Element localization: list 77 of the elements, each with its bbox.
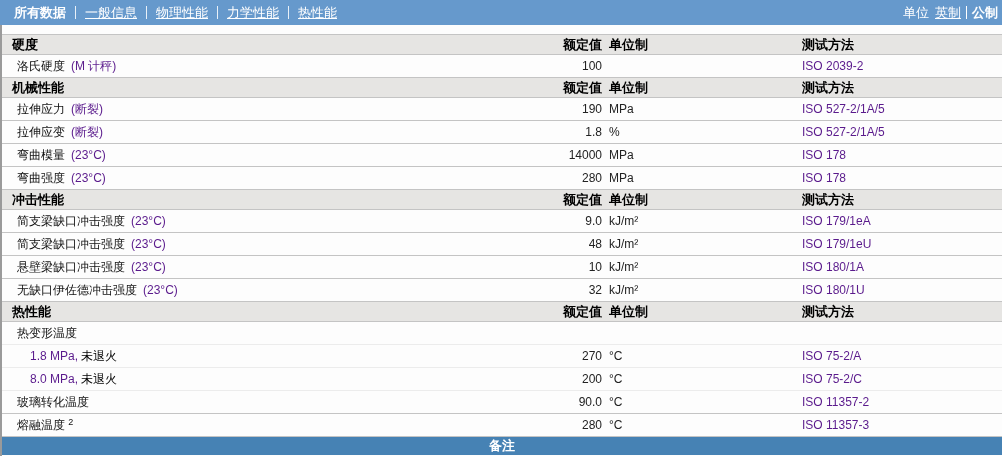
section-title: 冲击性能 [12, 191, 64, 207]
property-name: 简支梁缺口冲击强度 (23°C) [17, 236, 166, 253]
test-method: ISO 75-2/A [802, 349, 862, 363]
column-header: 额定值 [563, 35, 602, 54]
column-header: 单位制 [609, 79, 648, 95]
value-text: 90.0 [578, 394, 602, 411]
unit-text: kJ/m² [609, 283, 639, 297]
test-method: ISO 527-2/1A/5 [802, 102, 885, 116]
property-name: 8.0 MPa, 未退火 [30, 371, 118, 388]
test-method: ISO 179/1eU [802, 237, 872, 251]
unit-text: MPa [609, 102, 634, 116]
unit-text: % [609, 125, 620, 139]
unit-text: °C [609, 372, 623, 386]
value-text: 200 [581, 371, 602, 388]
test-method: ISO 179/1eA [802, 214, 871, 228]
column-header: 额定值 [563, 190, 602, 209]
section-title: 机械性能 [12, 79, 64, 95]
unit-text: kJ/m² [609, 260, 639, 274]
unit-text: °C [609, 395, 623, 409]
value-text: 280 [581, 417, 602, 434]
test-method: ISO 180/1U [802, 283, 865, 297]
unit-text: °C [609, 418, 623, 432]
property-name: 无缺口伊佐德冲击强度 (23°C) [17, 282, 178, 299]
nav-tab[interactable]: 一般信息 [85, 2, 137, 23]
test-method: ISO 178 [802, 171, 847, 185]
section-title: 硬度 [12, 36, 38, 52]
property-name: 1.8 MPa, 未退火 [30, 348, 118, 365]
test-method: ISO 75-2/C [802, 372, 863, 386]
value-text: 9.0 [585, 213, 602, 230]
property-name: 拉伸应变 (断裂) [17, 124, 103, 141]
property-name: 简支梁缺口冲击强度 (23°C) [17, 213, 166, 230]
column-header: 单位制 [609, 191, 648, 207]
property-name: 弯曲强度 (23°C) [17, 170, 106, 187]
value-text: 32 [588, 282, 602, 299]
unit-text: °C [609, 349, 623, 363]
value-text: 10 [588, 259, 602, 276]
property-name: 弯曲模量 (23°C) [17, 147, 106, 164]
unit-text: kJ/m² [609, 237, 639, 251]
property-name: 拉伸应力 (断裂) [17, 101, 103, 118]
unit-text: MPa [609, 171, 634, 185]
nav-tab[interactable]: 力学性能 [227, 2, 279, 23]
test-method: ISO 2039-2 [802, 59, 864, 73]
nav-tab[interactable]: 热性能 [298, 2, 337, 23]
nav-tab[interactable]: 所有数据 [14, 2, 66, 23]
property-name: 洛氏硬度 (M 计秤) [17, 58, 117, 75]
column-header: 测试方法 [802, 303, 854, 319]
units-label: 单位 [903, 3, 929, 22]
test-method: ISO 178 [802, 148, 847, 162]
unit-option[interactable]: 英制 [935, 2, 961, 23]
property-name: 悬壁梁缺口冲击强度 (23°C) [17, 259, 166, 276]
column-header: 单位制 [609, 303, 648, 319]
value-text: 270 [581, 348, 602, 365]
test-method: ISO 180/1A [802, 260, 865, 274]
value-text: 280 [581, 170, 602, 187]
column-header: 额定值 [563, 78, 602, 97]
unit-option[interactable]: 公制 [972, 2, 998, 23]
column-header: 额定值 [563, 302, 602, 321]
value-text: 190 [581, 101, 602, 118]
value-text: 14000 [568, 147, 602, 164]
column-header: 测试方法 [802, 191, 854, 207]
test-method: ISO 527-2/1A/5 [802, 125, 885, 139]
value-text: 100 [581, 58, 602, 75]
value-text: 48 [588, 236, 602, 253]
column-header: 单位制 [609, 36, 648, 52]
column-header: 测试方法 [802, 79, 854, 95]
column-header: 测试方法 [802, 36, 854, 52]
section-title: 热性能 [12, 303, 51, 319]
unit-text: MPa [609, 148, 634, 162]
value-text: 1.8 [585, 124, 602, 141]
test-method: ISO 11357-2 [802, 395, 870, 409]
unit-text: kJ/m² [609, 214, 639, 228]
property-name: 玻璃转化温度 [17, 394, 89, 411]
property-name: 熔融温度 $^{2}$ [17, 416, 74, 434]
test-method: ISO 11357-3 [802, 418, 870, 432]
property-name: 热变形温度 [17, 325, 77, 342]
nav-tab[interactable]: 物理性能 [156, 2, 208, 23]
notes-title: 备注 [489, 437, 515, 456]
